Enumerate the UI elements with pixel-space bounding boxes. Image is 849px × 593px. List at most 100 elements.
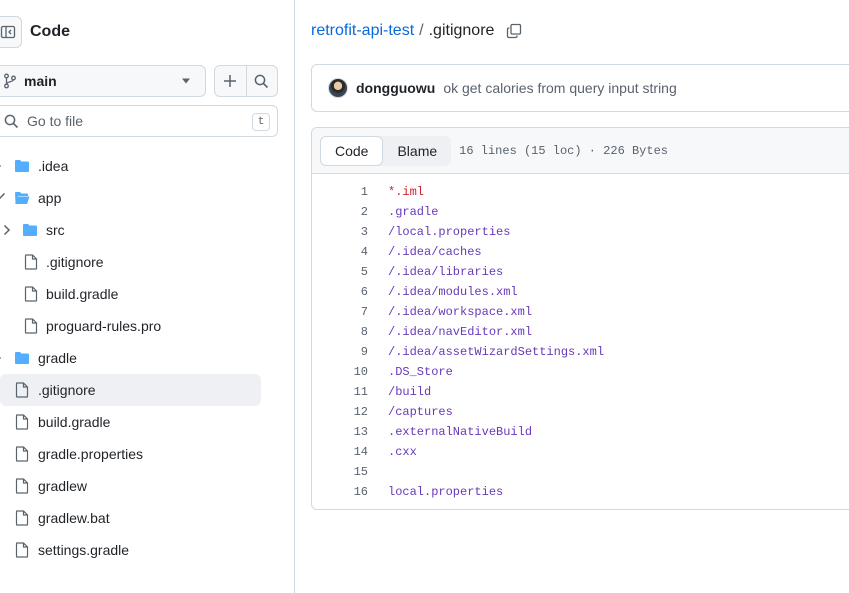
add-file-button[interactable]: [215, 66, 246, 96]
line-content: .gradle: [388, 205, 439, 219]
line-number[interactable]: 7: [312, 305, 384, 319]
line-number[interactable]: 6: [312, 285, 384, 299]
search-icon: [254, 74, 269, 88]
folder-icon: [14, 158, 30, 174]
breadcrumb-repo-link[interactable]: retrofit-api-test: [311, 22, 414, 40]
tree-folder-item[interactable]: src: [0, 214, 294, 246]
line-content: local.properties: [388, 485, 504, 499]
tree-file-item[interactable]: build.gradle: [0, 406, 294, 438]
tree-item-name: .gitignore: [46, 254, 104, 270]
sidebar-collapse-icon: [0, 25, 16, 39]
tree-folder-item[interactable]: app: [0, 182, 294, 214]
tree-item-name: settings.gradle: [38, 542, 130, 558]
line-content: /.idea/caches: [388, 245, 482, 259]
plus-icon: [224, 75, 237, 87]
tree-actions: [214, 65, 278, 97]
branch-selector[interactable]: main: [0, 65, 206, 97]
tree-file-item[interactable]: settings.gradle: [0, 534, 294, 566]
collapse-sidebar-button[interactable]: [0, 16, 22, 48]
tree-file-item[interactable]: proguard-rules.pro: [0, 310, 294, 342]
line-content: /.idea/modules.xml: [388, 285, 518, 299]
tree-folder-item[interactable]: gradle: [0, 342, 294, 374]
file-icon: [15, 542, 29, 558]
tree-file-item[interactable]: build.gradle: [0, 278, 294, 310]
tree-item-name: src: [46, 222, 65, 238]
copy-path-button[interactable]: [506, 23, 522, 39]
tree-item-name: build.gradle: [46, 286, 119, 302]
tree-folder-item[interactable]: .idea: [0, 150, 294, 182]
code-line: 9 /.idea/assetWizardSettings.xml: [312, 342, 849, 362]
tab-blame[interactable]: Blame: [383, 136, 451, 166]
line-number[interactable]: 10: [312, 365, 384, 379]
line-number[interactable]: 12: [312, 405, 384, 419]
latest-commit: dongguowu ok get calories from query inp…: [311, 64, 849, 112]
line-content: *.iml: [388, 185, 425, 199]
tree-item-name: gradle: [38, 350, 77, 366]
commit-message-link[interactable]: ok get calories from query input string: [443, 80, 676, 96]
line-number[interactable]: 16: [312, 485, 384, 499]
code-line: 13 .externalNativeBuild: [312, 422, 849, 442]
line-number[interactable]: 9: [312, 345, 384, 359]
sidebar-title: Code: [30, 23, 70, 40]
line-number[interactable]: 5: [312, 265, 384, 279]
tree-item-name: build.gradle: [38, 414, 111, 430]
file-icon: [24, 254, 38, 270]
copy-icon: [507, 23, 522, 39]
line-number[interactable]: 11: [312, 385, 384, 399]
line-number[interactable]: 1: [312, 185, 384, 199]
git-branch-icon: [4, 73, 16, 89]
file-icon: [24, 318, 38, 334]
code-line: 2 .gradle: [312, 202, 849, 222]
file-header: Code Blame 16 lines (15 loc) · 226 Bytes: [312, 128, 849, 174]
code-line: 1 *.iml: [312, 182, 849, 202]
line-number[interactable]: 13: [312, 425, 384, 439]
file-content-box: Code Blame 16 lines (15 loc) · 226 Bytes…: [311, 127, 849, 510]
branch-name: main: [24, 73, 57, 89]
chevron-right-icon[interactable]: [0, 160, 2, 172]
search-icon: [4, 114, 19, 128]
line-number[interactable]: 4: [312, 245, 384, 259]
file-icon: [24, 286, 38, 302]
code-line: 5 /.idea/libraries: [312, 262, 849, 282]
sidebar-header: Code: [0, 16, 70, 48]
tree-file-item[interactable]: .gitignore: [0, 374, 261, 406]
line-content: /captures: [388, 405, 453, 419]
code-line: 10 .DS_Store: [312, 362, 849, 382]
line-content: /.idea/navEditor.xml: [388, 325, 533, 339]
line-content: /.idea/workspace.xml: [388, 305, 533, 319]
view-mode-toggle: Code Blame: [320, 135, 452, 166]
triangle-down-icon: [182, 78, 190, 84]
code-line: 7 /.idea/workspace.xml: [312, 302, 849, 322]
line-number[interactable]: 14: [312, 445, 384, 459]
file-icon: [15, 414, 29, 430]
tree-file-item[interactable]: gradlew.bat: [0, 502, 294, 534]
commit-author-link[interactable]: dongguowu: [356, 80, 435, 96]
code-line: 12/captures: [312, 402, 849, 422]
code-line: 3/local.properties: [312, 222, 849, 242]
tree-file-item[interactable]: gradle.properties: [0, 438, 294, 470]
code-listing[interactable]: 1 *.iml 2 .gradle 3/local.properties 4 /.idea/…: [312, 182, 849, 502]
tree-file-item[interactable]: gradlew: [0, 470, 294, 502]
file-tree-sidebar: Code main Go to file t .idea app src .gitig…: [0, 0, 295, 593]
go-to-file-placeholder: Go to file: [27, 113, 84, 129]
avatar[interactable]: [328, 78, 348, 98]
go-to-file-input[interactable]: Go to file t: [0, 105, 278, 137]
chevron-right-icon[interactable]: [0, 352, 2, 364]
line-content: .cxx: [388, 445, 417, 459]
line-number[interactable]: 15: [312, 465, 384, 479]
line-number[interactable]: 8: [312, 325, 384, 339]
chevron-right-icon[interactable]: [3, 224, 11, 236]
line-number[interactable]: 3: [312, 225, 384, 239]
code-line: 11/build: [312, 382, 849, 402]
tree-item-name: proguard-rules.pro: [46, 318, 162, 334]
search-code-button[interactable]: [245, 66, 278, 96]
tab-code[interactable]: Code: [320, 135, 384, 166]
file-icon: [15, 446, 29, 462]
line-content: /.idea/libraries: [388, 265, 504, 279]
line-number[interactable]: 2: [312, 205, 384, 219]
folder-icon: [22, 222, 38, 238]
code-line: 8 /.idea/navEditor.xml: [312, 322, 849, 342]
tree-file-item[interactable]: .gitignore: [0, 246, 294, 278]
file-icon: [15, 478, 29, 494]
chevron-down-icon[interactable]: [0, 192, 6, 200]
